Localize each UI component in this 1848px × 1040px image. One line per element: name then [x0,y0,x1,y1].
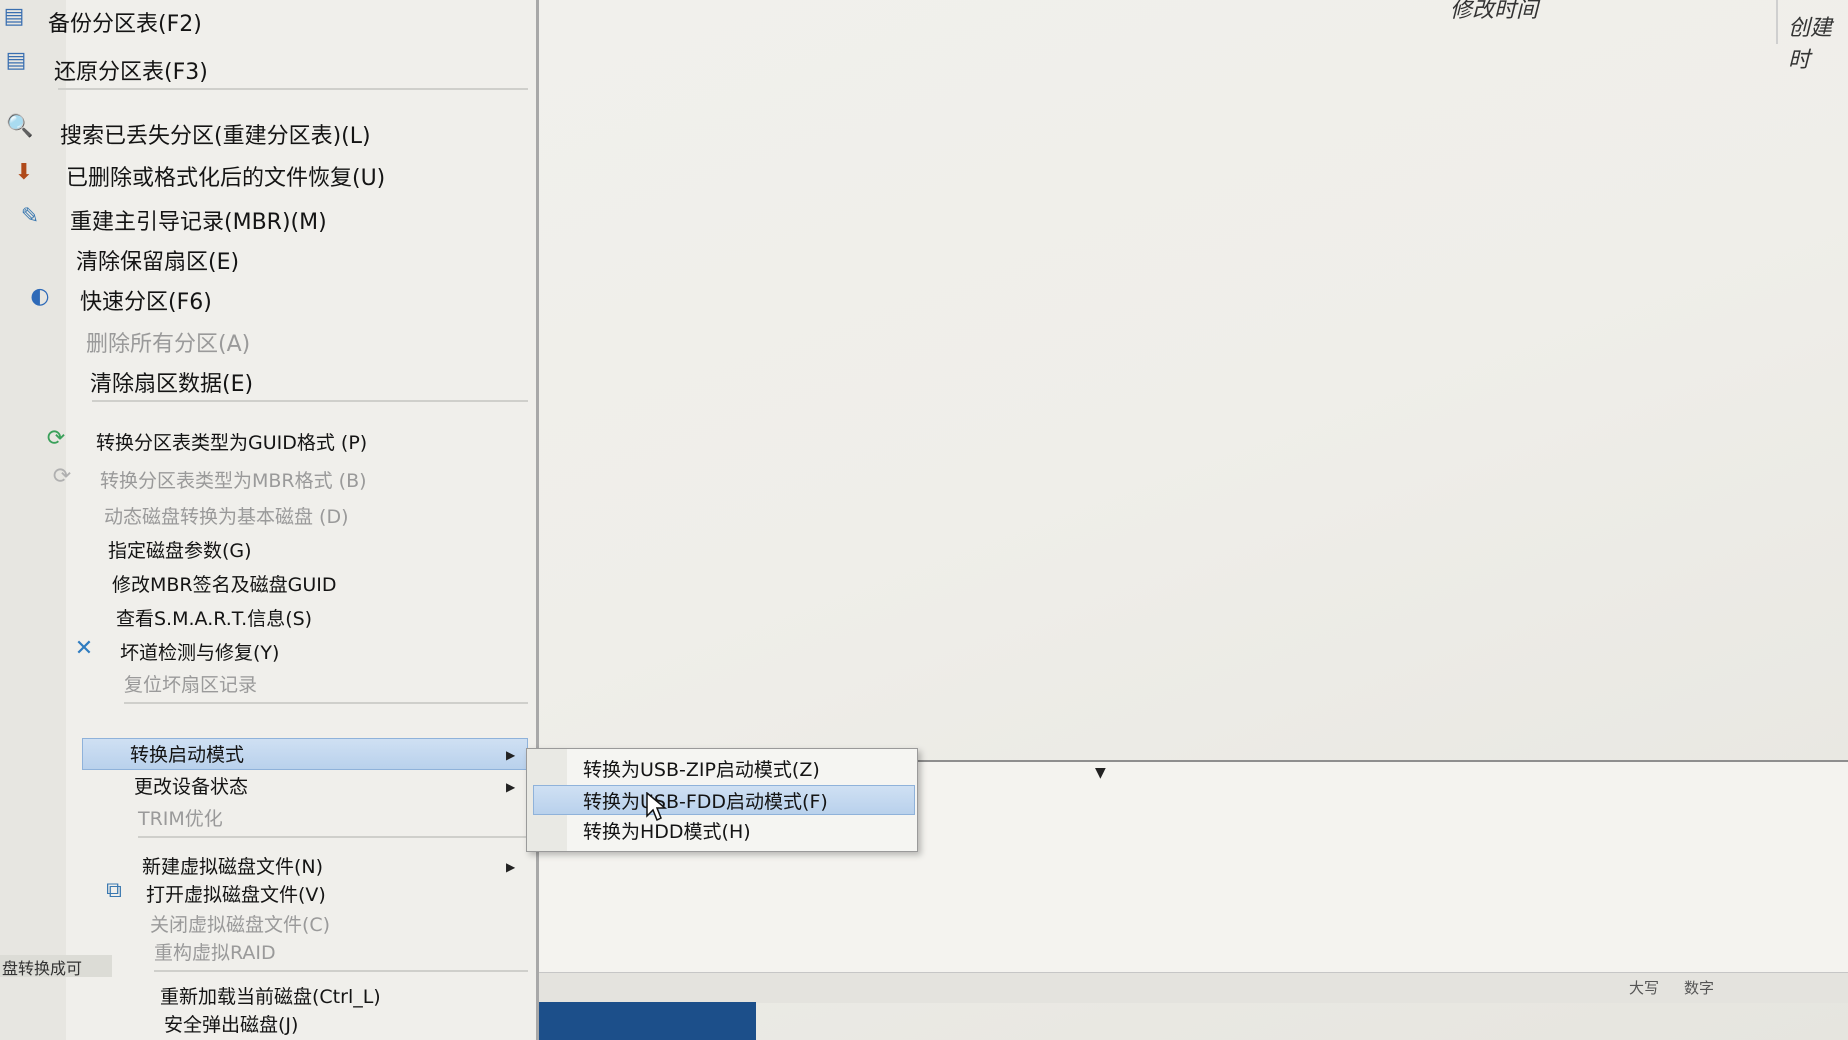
chevron-down-icon[interactable]: ▼ [1095,765,1106,781]
menu-item-open-virtual-disk[interactable]: 打开虚拟磁盘文件(V) [146,880,326,907]
menu-item-rebuild-virtual-raid[interactable]: 重构虚拟RAID [154,938,276,965]
menu-item-new-virtual-disk[interactable]: 新建虚拟磁盘文件(N) [142,852,323,879]
tools-icon: ✕ [74,635,94,661]
menu-separator [124,702,528,704]
menu-item-delete-all-partitions[interactable]: 删除所有分区(A) [86,326,250,358]
mouse-cursor-icon [646,792,668,822]
quick-partition-icon: ◐ [30,283,50,309]
column-separator [1776,0,1778,44]
edit-icon: ✎ [20,203,40,229]
menu-icon-gutter [0,0,66,1040]
table-icon: ▤ [5,47,27,73]
menu-item-clear-sector-data[interactable]: 清除扇区数据(E) [90,366,253,398]
menu-item-clear-reserved-sectors[interactable]: 清除保留扇区(E) [76,244,239,276]
menu-item-dynamic-to-basic[interactable]: 动态磁盘转换为基本磁盘 (D) [104,502,349,529]
menu-separator [154,970,528,972]
menu-item-rebuild-mbr[interactable]: 重建主引导记录(MBR)(M) [70,204,327,236]
status-bar: 大写 数字 [536,972,1848,1003]
menu-item-trim[interactable]: TRIM优化 [138,804,223,831]
menu-separator [138,836,528,838]
search-icon: 🔍 [6,113,34,139]
submenu-arrow-icon: ▶ [506,748,516,762]
column-header-modified[interactable]: 修改时间 [1450,0,1538,24]
menu-item-quick-partition[interactable]: 快速分区(F6) [80,284,212,316]
submenu-item-usb-fdd[interactable]: 转换为USB-FDD启动模式(F) [583,787,828,814]
disk-context-menu: ▤ 备份分区表(F2) ▤ 还原分区表(F3) 🔍 搜索已丢失分区(重建分区表)… [0,0,539,1040]
status-message: 盘转换成可 [0,955,112,977]
menu-item-view-smart[interactable]: 查看S.M.A.R.T.信息(S) [116,604,312,631]
menu-item-convert-to-mbr[interactable]: 转换分区表类型为MBR格式 (B) [100,466,367,493]
recover-files-icon: ⬇ [14,159,34,185]
menu-separator [58,88,528,90]
menu-item-restore-partition-table[interactable]: 还原分区表(F3) [54,54,208,86]
virtual-disk-icon: ⧉ [106,877,122,903]
menu-item-safely-eject[interactable]: 安全弹出磁盘(J) [164,1010,298,1037]
caps-lock-indicator: 大写 [1629,979,1660,997]
submenu-arrow-icon: ▶ [506,860,516,874]
menu-item-reset-bad-sectors[interactable]: 复位坏扇区记录 [124,670,257,697]
table-icon: ▤ [3,3,25,29]
menu-item-reload-disk[interactable]: 重新加载当前磁盘(Ctrl_L) [160,982,381,1009]
convert-icon: ⟳ [52,463,72,489]
menu-item-convert-to-guid[interactable]: 转换分区表类型为GUID格式 (P) [96,428,367,455]
menu-item-bad-sector-check[interactable]: 坏道检测与修复(Y) [120,638,279,665]
taskbar-segment [536,1002,756,1040]
menu-item-specify-disk-params[interactable]: 指定磁盘参数(G) [108,536,252,563]
menu-separator [92,400,528,402]
menu-item-modify-mbr-signature[interactable]: 修改MBR签名及磁盘GUID [112,570,337,597]
menu-item-search-lost-partitions[interactable]: 搜索已丢失分区(重建分区表)(L) [60,118,371,150]
menu-item-change-device-state[interactable]: 更改设备状态 [134,772,248,799]
menu-item-close-virtual-disk[interactable]: 关闭虚拟磁盘文件(C) [150,910,330,937]
column-header-created[interactable]: 创建时 [1788,10,1848,74]
menu-item-convert-boot-mode[interactable]: 转换启动模式 [130,740,244,767]
submenu-arrow-icon: ▶ [506,780,516,794]
convert-icon: ⟳ [46,425,66,451]
num-lock-indicator: 数字 [1684,979,1715,997]
menu-item-backup-partition-table[interactable]: 备份分区表(F2) [48,6,202,38]
submenu-item-usb-zip[interactable]: 转换为USB-ZIP启动模式(Z) [583,755,820,782]
menu-item-recover-deleted-files[interactable]: 已删除或格式化后的文件恢复(U) [66,160,385,192]
boot-mode-submenu: 转换为USB-ZIP启动模式(Z) 转换为USB-FDD启动模式(F) 转换为H… [526,748,918,852]
